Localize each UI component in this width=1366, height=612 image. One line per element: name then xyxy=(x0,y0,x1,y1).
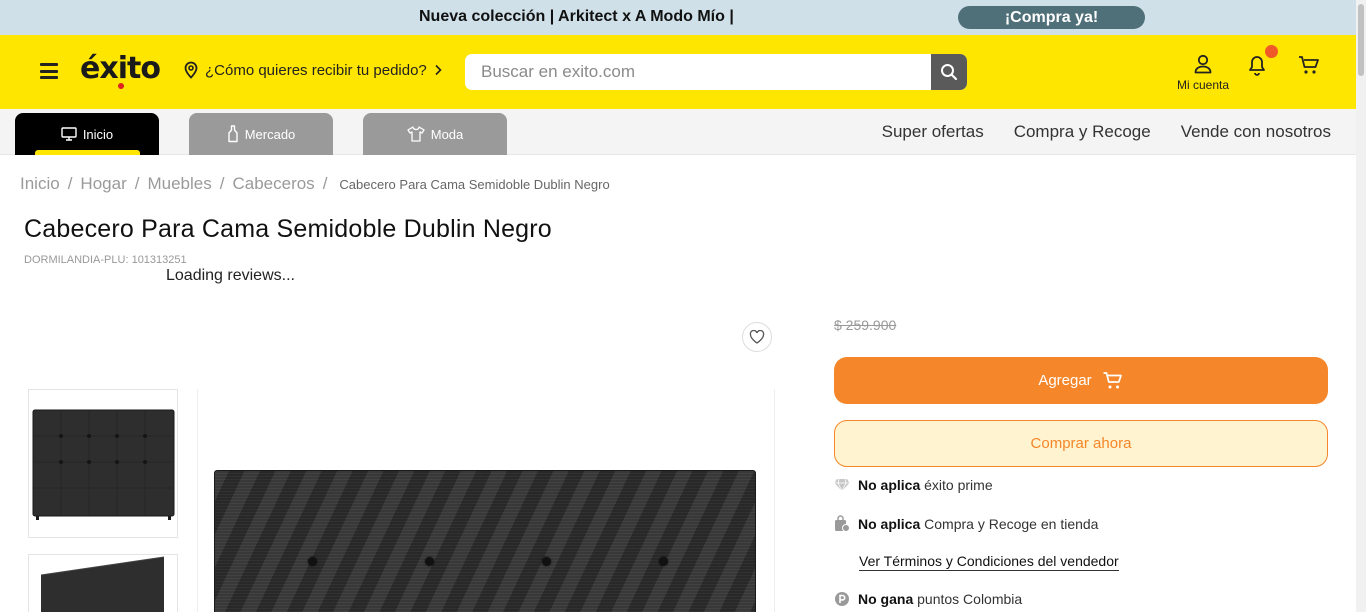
headboard-tuft xyxy=(308,557,317,566)
nav-link-vende[interactable]: Vende con nosotros xyxy=(1181,122,1331,142)
tab-mercado-label: Mercado xyxy=(244,126,296,142)
breadcrumb-current: Cabecero Para Cama Semidoble Dublin Negr… xyxy=(339,176,610,192)
points-info-text: No gana puntos Colombia xyxy=(858,591,1023,607)
location-pin-icon xyxy=(184,61,198,79)
category-nav: Inicio Mercado Moda Super ofertas Compra… xyxy=(0,109,1356,155)
product-thumbnail[interactable] xyxy=(28,554,178,612)
search-icon xyxy=(941,64,958,81)
headboard-front-image xyxy=(32,409,175,520)
add-to-cart-label: Agregar xyxy=(1038,372,1092,389)
product-thumbnail[interactable] xyxy=(28,389,178,538)
seller-terms-link[interactable]: Ver Términos y Condiciones del vendedor xyxy=(859,553,1119,571)
shirt-icon xyxy=(407,126,425,142)
bell-icon xyxy=(1249,56,1265,76)
search-button[interactable] xyxy=(931,54,967,90)
reviews-status: Loading reviews... xyxy=(166,267,295,284)
breadcrumb-separator: / xyxy=(219,174,225,193)
buy-now-button[interactable]: Comprar ahora xyxy=(834,420,1328,467)
delivery-location-selector[interactable]: ¿Cómo quieres recibir tu pedido? xyxy=(183,61,443,79)
favorite-button[interactable] xyxy=(742,322,772,352)
breadcrumb-separator: / xyxy=(322,174,328,193)
search-bar xyxy=(465,54,967,90)
notification-badge xyxy=(1265,45,1278,58)
logo-dot xyxy=(118,83,124,89)
product-title: Cabecero Para Cama Semidoble Dublin Negr… xyxy=(24,215,552,243)
pickup-info-text: No aplica Compra y Recoge en tienda xyxy=(858,516,1099,532)
scrollbar-thumb[interactable] xyxy=(1358,4,1364,76)
prime-info-text: No aplica éxito prime xyxy=(858,477,993,493)
account-button[interactable]: Mi cuenta xyxy=(1172,53,1234,92)
cart-icon xyxy=(1103,371,1122,388)
account-label: Mi cuenta xyxy=(1176,78,1230,92)
exito-logo[interactable]: éxito xyxy=(80,51,161,86)
nav-links: Super ofertas Compra y Recoge Vende con … xyxy=(882,122,1331,142)
cart-button[interactable] xyxy=(1297,54,1321,81)
nav-link-super-ofertas[interactable]: Super ofertas xyxy=(882,122,984,142)
monitor-icon xyxy=(61,127,77,141)
site-header: éxito ¿Cómo quieres recibir tu pedido? M… xyxy=(0,35,1356,109)
breadcrumb-item[interactable]: Inicio xyxy=(20,174,60,194)
headboard-tuft xyxy=(659,557,668,566)
chevron-right-icon xyxy=(435,64,442,76)
old-price: $ 259.900 xyxy=(834,317,897,333)
tab-inicio[interactable]: Inicio xyxy=(15,113,159,155)
breadcrumb-item[interactable]: Hogar xyxy=(80,174,126,194)
user-icon xyxy=(1194,54,1212,74)
promo-bar: Nueva colección | Arkitect x A Modo Mío … xyxy=(0,0,1356,35)
product-sku: DORMILANDIA-PLU: 101313251 xyxy=(24,254,187,266)
headboard-tuft xyxy=(425,557,434,566)
active-tab-indicator xyxy=(35,150,140,155)
tab-mercado[interactable]: Mercado xyxy=(189,113,333,155)
menu-icon[interactable] xyxy=(40,63,58,79)
cart-icon xyxy=(1299,56,1319,74)
headboard-tuft xyxy=(542,557,551,566)
breadcrumb-separator: / xyxy=(134,174,140,193)
promo-cta-button[interactable]: ¡Compra ya! xyxy=(958,6,1145,29)
diamond-icon xyxy=(834,478,850,492)
nav-link-compra-recoge[interactable]: Compra y Recoge xyxy=(1014,122,1151,142)
tab-inicio-label: Inicio xyxy=(82,126,114,142)
promo-text: Nueva colección | Arkitect x A Modo Mío … xyxy=(419,8,734,25)
delivery-location-label: ¿Cómo quieres recibir tu pedido? xyxy=(205,61,427,79)
breadcrumb-separator: / xyxy=(67,174,73,193)
headboard-angle-image xyxy=(40,556,165,612)
tab-moda[interactable]: Moda xyxy=(363,113,507,155)
store-bag-icon xyxy=(835,515,850,532)
page-scrollbar[interactable] xyxy=(1356,0,1366,612)
search-input[interactable] xyxy=(465,54,931,90)
breadcrumb-item[interactable]: Cabeceros xyxy=(232,174,314,194)
bottle-icon xyxy=(228,125,238,143)
main-product-image[interactable] xyxy=(214,470,756,612)
prime-info: No aplica éxito prime xyxy=(834,477,993,493)
add-to-cart-button[interactable]: Agregar xyxy=(834,357,1328,404)
notifications-button[interactable] xyxy=(1246,53,1268,82)
breadcrumb-item[interactable]: Muebles xyxy=(147,174,211,194)
tab-moda-label: Moda xyxy=(430,126,464,142)
puntos-colombia-icon xyxy=(835,592,849,606)
pickup-info: No aplica Compra y Recoge en tienda xyxy=(834,515,1098,533)
heart-icon xyxy=(749,330,765,344)
points-info: No gana puntos Colombia xyxy=(834,591,1022,607)
breadcrumb: Inicio / Hogar / Muebles / Cabeceros / Cabec… xyxy=(20,174,610,194)
